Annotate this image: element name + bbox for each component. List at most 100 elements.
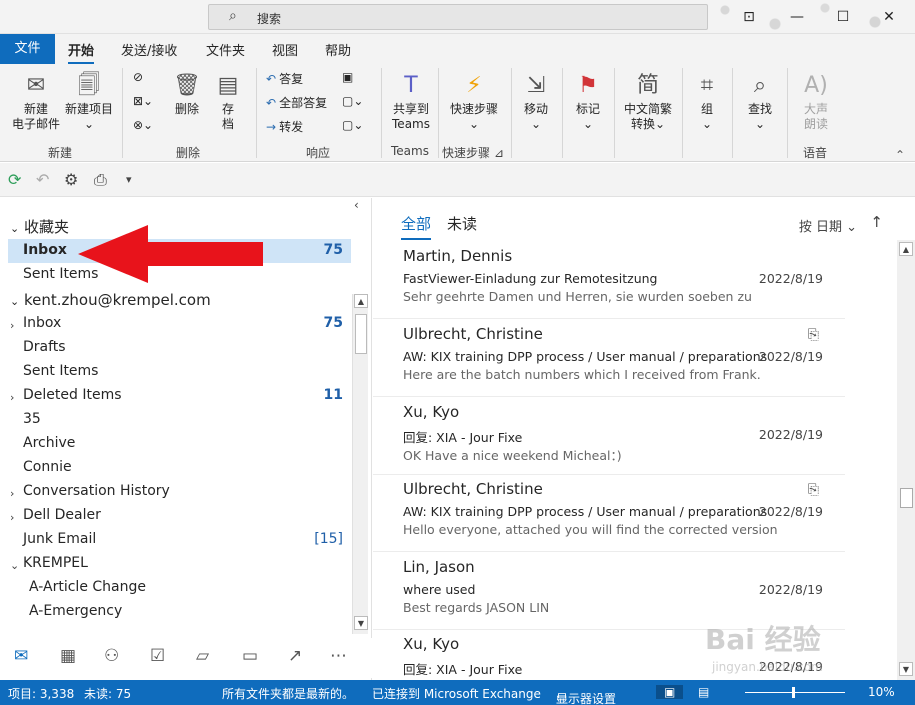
scroll-thumb[interactable] — [355, 314, 367, 354]
sort-by-date[interactable]: 按 日期 ⌄ — [799, 216, 857, 235]
chevron-right-icon[interactable]: › — [10, 391, 14, 404]
archive-button[interactable]: ▤ 存 档 — [210, 72, 246, 132]
chevron-right-icon[interactable]: › — [10, 511, 14, 524]
folder-krempel[interactable]: KREMPEL — [23, 555, 88, 571]
tasks-icon[interactable]: ☑ — [150, 646, 165, 666]
folder-drafts[interactable]: Drafts — [23, 339, 66, 355]
folder-connie[interactable]: Connie — [23, 459, 72, 475]
junk-icon[interactable]: ⊗⌄ — [133, 118, 153, 132]
print-icon[interactable]: ⎙ — [94, 170, 107, 190]
zoom-level[interactable]: 10% — [868, 685, 895, 699]
message-item[interactable]: Martin, Dennis FastViewer-Einladung zur … — [373, 241, 845, 319]
tab-home[interactable]: 开始 — [68, 40, 95, 65]
reading-view-icon[interactable]: ▤ — [698, 685, 709, 699]
folder-sent-items[interactable]: Sent Items — [23, 363, 98, 379]
reply-icon: ↶ — [266, 72, 277, 86]
chevron-right-icon[interactable]: › — [10, 319, 14, 332]
folder-conversation-history[interactable]: Conversation History — [23, 483, 170, 499]
maximize-icon[interactable]: ☐ — [832, 6, 854, 28]
message-scrollbar[interactable]: ▲ ▼ — [897, 240, 915, 680]
move-icon: ⇲ — [526, 73, 546, 98]
share-to-teams-button[interactable]: T 共享到 Teams — [386, 72, 436, 132]
meeting-icon[interactable]: ▣ — [342, 70, 353, 84]
collapse-pane-icon[interactable]: ‹ — [354, 198, 359, 212]
folder-junk-count: [15] — [314, 531, 343, 547]
tab-send-receive[interactable]: 发送/接收 — [121, 40, 177, 59]
zoom-slider[interactable] — [745, 692, 845, 693]
tab-unread[interactable]: 未读 — [447, 213, 477, 234]
chevron-down-icon[interactable]: ⌄ — [10, 559, 19, 572]
message-item[interactable]: Ulbrecht, Christine ⎘ AW: KIX training D… — [373, 474, 845, 552]
scroll-up-icon[interactable]: ▲ — [899, 242, 913, 256]
status-unread-count: 未读: 75 — [84, 687, 132, 701]
quick-steps-button[interactable]: ⚡ 快速步骤 ⌄ — [443, 72, 505, 132]
folder-35[interactable]: 35 — [23, 411, 41, 427]
chevron-down-icon: ⌄ — [83, 117, 95, 131]
tab-folder[interactable]: 文件夹 — [206, 40, 245, 59]
group-button[interactable]: ⌗ 组 ⌄ — [690, 72, 724, 132]
move-button[interactable]: ⇲ 移动 ⌄ — [518, 72, 554, 132]
account-header[interactable]: ⌄ kent.zhou@krempel.com — [10, 291, 211, 309]
reply-all-button[interactable]: ↶ 全部答复 — [266, 94, 327, 111]
read-aloud-button[interactable]: A) 大声 朗读 — [796, 72, 836, 132]
minimize-icon[interactable]: — — [786, 6, 808, 28]
find-button[interactable]: ⌕ 查找 ⌄ — [742, 72, 778, 132]
mail-icon[interactable]: ✉ — [14, 646, 28, 666]
scroll-down-icon[interactable]: ▼ — [899, 662, 913, 676]
folder-article-change[interactable]: A-Article Change — [29, 579, 146, 595]
read-aloud-label-1: 大声 — [803, 102, 828, 116]
customize-toolbar-icon[interactable]: ▾ — [126, 173, 132, 186]
more-respond-icon[interactable]: ▢⌄ — [342, 118, 363, 132]
tab-help[interactable]: 帮助 — [325, 40, 351, 59]
chinese-convert-button[interactable]: 简 中文简繁 转换⌄ — [620, 72, 676, 132]
sort-direction-icon[interactable]: ↑ — [870, 213, 883, 231]
ribbon-display-icon[interactable]: ⊡ — [738, 6, 760, 28]
notes-icon[interactable]: ▱ — [196, 646, 209, 666]
chevron-right-icon[interactable]: › — [10, 487, 14, 500]
folder-emergency[interactable]: A-Emergency — [29, 603, 122, 619]
cleanup-icon[interactable]: ⊠⌄ — [133, 94, 153, 108]
ignore-icon[interactable]: ⊘ — [133, 70, 143, 84]
undo-icon[interactable]: ↶ — [36, 170, 49, 189]
folder-archive[interactable]: Archive — [23, 435, 75, 451]
sync-icon[interactable]: ⟳ — [8, 170, 21, 189]
group-label-delete: 删除 — [176, 146, 201, 160]
folder-scrollbar[interactable]: ▲ ▼ — [352, 294, 368, 634]
reply-button[interactable]: ↶ 答复 — [266, 70, 303, 87]
tags-button[interactable]: ⚑ 标记 ⌄ — [570, 72, 606, 132]
message-item[interactable]: Ulbrecht, Christine ⎘ AW: KIX training D… — [373, 319, 845, 397]
im-icon[interactable]: ▢⌄ — [342, 94, 363, 108]
ribbon: ✉ 新建 电子邮件 🗐 新建项目 ⌄ 新建 ⊘ ⊠⌄ ⊗⌄ 🗑 删除 ▤ 存 档… — [0, 64, 915, 162]
message-sender: Ulbrecht, Christine — [403, 480, 543, 498]
new-item-button[interactable]: 🗐 新建项目 ⌄ — [62, 72, 116, 132]
favorites-inbox[interactable]: Inbox — [23, 242, 67, 258]
tab-view[interactable]: 视图 — [272, 40, 298, 59]
collapse-ribbon-icon[interactable]: ⌃ — [895, 148, 905, 162]
scroll-thumb[interactable] — [900, 488, 913, 508]
people-icon[interactable]: ⚇ — [104, 646, 119, 666]
shortcuts-icon[interactable]: ↗ — [288, 646, 302, 666]
search-box[interactable]: ⌕ 搜索 — [208, 4, 708, 30]
folders-icon[interactable]: ▭ — [242, 646, 258, 666]
close-icon[interactable]: ✕ — [878, 6, 900, 28]
new-email-button[interactable]: ✉ 新建 电子邮件 — [8, 72, 64, 132]
calendar-icon[interactable]: ▦ — [60, 646, 76, 666]
convert-label-2: 转换 — [630, 117, 655, 131]
folder-inbox[interactable]: Inbox — [23, 315, 61, 331]
favorites-header[interactable]: ⌄ 收藏夹 — [10, 216, 69, 237]
folder-junk-email[interactable]: Junk Email — [23, 531, 96, 547]
message-item[interactable]: Xu, Kyo 回复: XIA - Jour Fixe OK Have a ni… — [373, 397, 845, 475]
scroll-up-icon[interactable]: ▲ — [354, 294, 368, 308]
zoom-slider-thumb[interactable] — [792, 687, 795, 698]
rules-icon[interactable]: ⚙ — [64, 170, 78, 189]
red-arrow-head — [78, 225, 148, 283]
folder-deleted-items[interactable]: Deleted Items — [23, 387, 122, 403]
tab-file[interactable]: 文件 — [0, 34, 55, 64]
forward-button[interactable]: → 转发 — [266, 118, 303, 135]
scroll-down-icon[interactable]: ▼ — [354, 616, 368, 630]
delete-button[interactable]: 🗑 删除 — [168, 72, 206, 117]
folder-dell-dealer[interactable]: Dell Dealer — [23, 507, 101, 523]
tab-all[interactable]: 全部 — [401, 213, 432, 240]
normal-view-icon[interactable]: ▣ — [656, 685, 684, 699]
more-icon[interactable]: ⋯ — [330, 646, 347, 666]
